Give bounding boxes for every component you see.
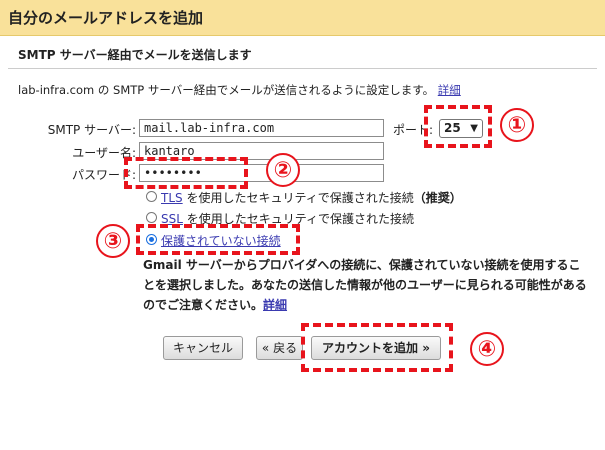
section-heading: SMTP サーバー経由でメールを送信します [18,48,252,62]
tls-link[interactable]: TLS [161,191,183,205]
smtp-server-input[interactable]: mail.lab-infra.com [139,119,384,137]
annotation-number-1: ① [500,108,534,142]
annotation-box-unsecure [136,224,300,255]
back-button[interactable]: « 戻る [256,336,303,360]
annotation-box-password [124,157,248,189]
tls-radio[interactable] [146,191,157,202]
annotation-box-port [424,105,492,148]
warning-details-link[interactable]: 詳細 [263,298,287,312]
tls-option-text: を使用したセキュリティで保護された接続 [182,191,414,205]
annotation-number-2: ② [266,153,300,187]
ssl-radio[interactable] [146,212,157,223]
intro-text: lab-infra.com の SMTP サーバー経由でメールが送信されるように… [18,82,461,98]
warning-text: Gmail サーバーからプロバイダへの接続に、保護されていない接続を使用すること… [143,258,587,312]
annotation-box-add-account [301,323,453,372]
smtp-server-label: SMTP サーバー: [47,123,136,137]
tls-option: TLS を使用したセキュリティで保護された接続（推奨） [161,189,462,206]
annotation-number-3: ③ [96,224,130,258]
intro-details-link[interactable]: 詳細 [438,83,461,97]
annotation-number-4: ④ [470,332,504,366]
dialog-title-bar: 自分のメールアドレスを追加 [0,0,605,36]
intro-description: lab-infra.com の SMTP サーバー経由でメールが送信されるように… [18,83,435,97]
unsecure-warning: Gmail サーバーからプロバイダへの接続に、保護されていない接続を使用すること… [143,255,588,315]
divider [8,68,597,69]
tls-recommended: （推奨） [413,191,462,205]
cancel-button[interactable]: キャンセル [163,336,243,360]
dialog-title: 自分のメールアドレスを追加 [8,9,204,27]
